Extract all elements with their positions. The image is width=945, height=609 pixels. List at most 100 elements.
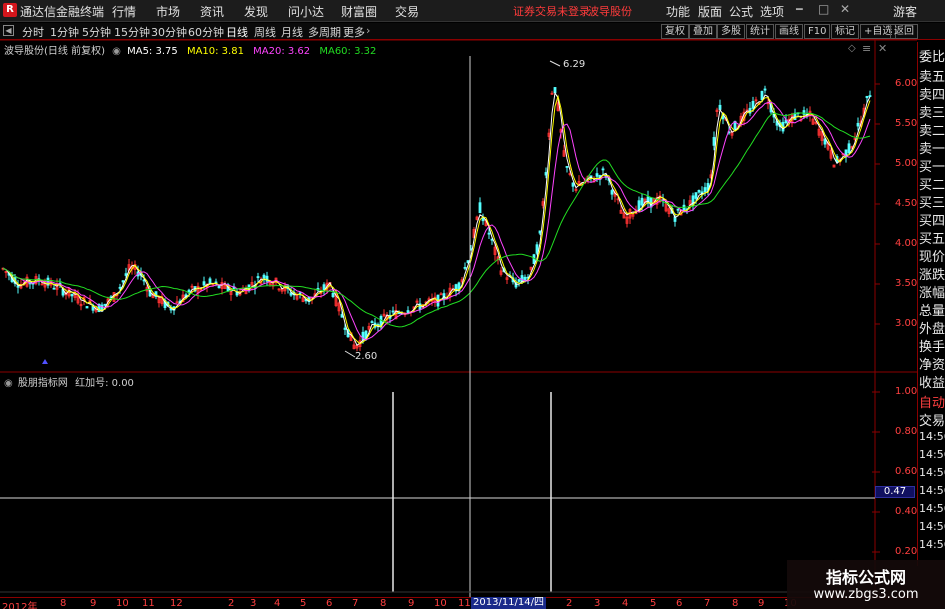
indicator-value: 红加号: 0.00 (75, 378, 134, 389)
sidebar-item[interactable]: 涨跌 (919, 264, 945, 283)
date-tick: 6 (326, 598, 333, 609)
period-60min[interactable]: 60分钟 (188, 24, 224, 40)
candle-body (517, 279, 521, 282)
tool-draw[interactable]: 画线 (775, 24, 803, 39)
tool-mark[interactable]: 标记 (831, 24, 859, 39)
trade-time: 14:56 (919, 502, 945, 515)
sidebar-item[interactable]: 买四 (919, 210, 945, 229)
candle-body (343, 327, 347, 330)
candle-body (16, 285, 20, 288)
indicator-settings-icon[interactable]: ◉ (4, 378, 13, 389)
ma20-line (2, 101, 871, 341)
candle-body (487, 232, 491, 235)
sidebar-item[interactable]: 委比 (919, 46, 945, 65)
candle-body (262, 274, 266, 279)
date-tick: 5 (300, 598, 307, 609)
sidebar-item[interactable]: 换手 (919, 336, 945, 355)
date-tick: 4 (274, 598, 281, 609)
candle-body (391, 310, 395, 313)
date-tick: 6 (676, 598, 683, 609)
tool-back[interactable]: 返回 (890, 24, 918, 39)
menu-wealth[interactable]: 财富圈 (341, 3, 377, 20)
date-tick: 4 (622, 598, 629, 609)
period-intraday[interactable]: 分时 (22, 24, 44, 40)
kline-chart[interactable] (0, 40, 917, 597)
menu-quotes[interactable]: 行情 (112, 3, 136, 20)
sidebar-item[interactable]: 现价 (919, 246, 945, 265)
close-icon[interactable]: ✕ (840, 2, 850, 16)
candle-body (610, 190, 614, 195)
menu-function[interactable]: 功能 (666, 3, 690, 20)
trade-time: 14:56 (919, 448, 945, 461)
period-daily[interactable]: 日线 (226, 24, 248, 40)
period-more[interactable]: 更多 (343, 24, 365, 40)
candle-body (121, 280, 125, 283)
trade-time: 14:56 (919, 466, 945, 479)
login-notice[interactable]: 证券交易未登录 (513, 3, 590, 19)
candle-body (697, 190, 701, 193)
sidebar-item[interactable]: 买一 (919, 156, 945, 175)
period-multi[interactable]: 多周期 (308, 24, 341, 40)
sidebar-item[interactable]: 买二 (919, 174, 945, 193)
ma5-line (2, 91, 871, 346)
collapse-icon[interactable]: ◀ (3, 25, 14, 36)
event-marker-icon (42, 359, 48, 364)
sidebar-item[interactable]: 收益 (919, 372, 945, 391)
candle-body (298, 292, 302, 295)
menu-market[interactable]: 市场 (156, 3, 180, 20)
period-1min[interactable]: 1分钟 (50, 24, 79, 40)
trade-time: 14:56 (919, 520, 945, 533)
user-guest[interactable]: 游客 (893, 3, 917, 20)
sidebar-item[interactable]: 卖三 (919, 102, 945, 121)
candle-body (118, 286, 122, 289)
sidebar-item[interactable]: 涨幅 (919, 282, 945, 301)
maximize-icon[interactable]: □ (818, 2, 829, 16)
sidebar-item[interactable]: 卖五 (919, 66, 945, 85)
tool-adjust[interactable]: 复权 (661, 24, 689, 39)
menu-options[interactable]: 选项 (760, 3, 784, 20)
sidebar-item[interactable]: 净资 (919, 354, 945, 373)
date-tick: 7 (704, 598, 711, 609)
period-weekly[interactable]: 周线 (254, 24, 276, 40)
sidebar-item[interactable]: 卖一 (919, 138, 945, 157)
watermark-title: 指标公式网 (825, 568, 906, 587)
menu-layout[interactable]: 版面 (698, 3, 722, 20)
indicator-info-line: ◉ 股朋指标网 红加号: 0.00 (4, 374, 134, 389)
menu-discover[interactable]: 发现 (244, 3, 268, 20)
candle-body (103, 303, 107, 306)
period-15min[interactable]: 15分钟 (114, 24, 150, 40)
period-monthly[interactable]: 月线 (281, 24, 303, 40)
auto-trade-label-2[interactable]: 交易 (919, 410, 945, 429)
tool-f10[interactable]: F10 (804, 24, 831, 39)
tool-overlay[interactable]: 叠加 (689, 24, 717, 39)
candle-body (703, 187, 707, 193)
candle-body (535, 244, 539, 254)
minimize-icon[interactable]: ━ (796, 3, 803, 16)
sidebar-item[interactable]: 卖二 (919, 120, 945, 139)
indicator-tick: 0.20 (895, 546, 918, 557)
tool-multi-stock[interactable]: 多股 (717, 24, 745, 39)
ma10-line (2, 94, 871, 345)
trade-time: 14:56 (919, 538, 945, 551)
sidebar-item[interactable]: 总量 (919, 300, 945, 319)
cursor-date: 2013/11/14/四 (471, 597, 547, 609)
candle-body (640, 197, 644, 206)
candle-body (331, 292, 335, 297)
sidebar-item[interactable]: 卖四 (919, 84, 945, 103)
top-menu-bar: R 通达信金融终端 行情 市场 资讯 发现 问小达 财富圈 交易 证券交易未登录… (0, 0, 945, 22)
menu-news[interactable]: 资讯 (200, 3, 224, 20)
sidebar-item[interactable]: 买三 (919, 192, 945, 211)
menu-formula[interactable]: 公式 (729, 3, 753, 20)
period-5min[interactable]: 5分钟 (82, 24, 111, 40)
tool-stats[interactable]: 统计 (746, 24, 774, 39)
candle-body (694, 192, 698, 199)
menu-ask[interactable]: 问小达 (288, 3, 324, 20)
watermark: 指标公式网 www.zbgs3.com (787, 560, 945, 609)
period-30min[interactable]: 30分钟 (151, 24, 187, 40)
auto-trade-label[interactable]: 自动 (919, 392, 945, 411)
menu-trade[interactable]: 交易 (395, 3, 419, 20)
more-chevron-icon[interactable]: › (366, 24, 370, 37)
candle-body (751, 100, 755, 109)
sidebar-item[interactable]: 外盘 (919, 318, 945, 337)
sidebar-item[interactable]: 买五 (919, 228, 945, 247)
